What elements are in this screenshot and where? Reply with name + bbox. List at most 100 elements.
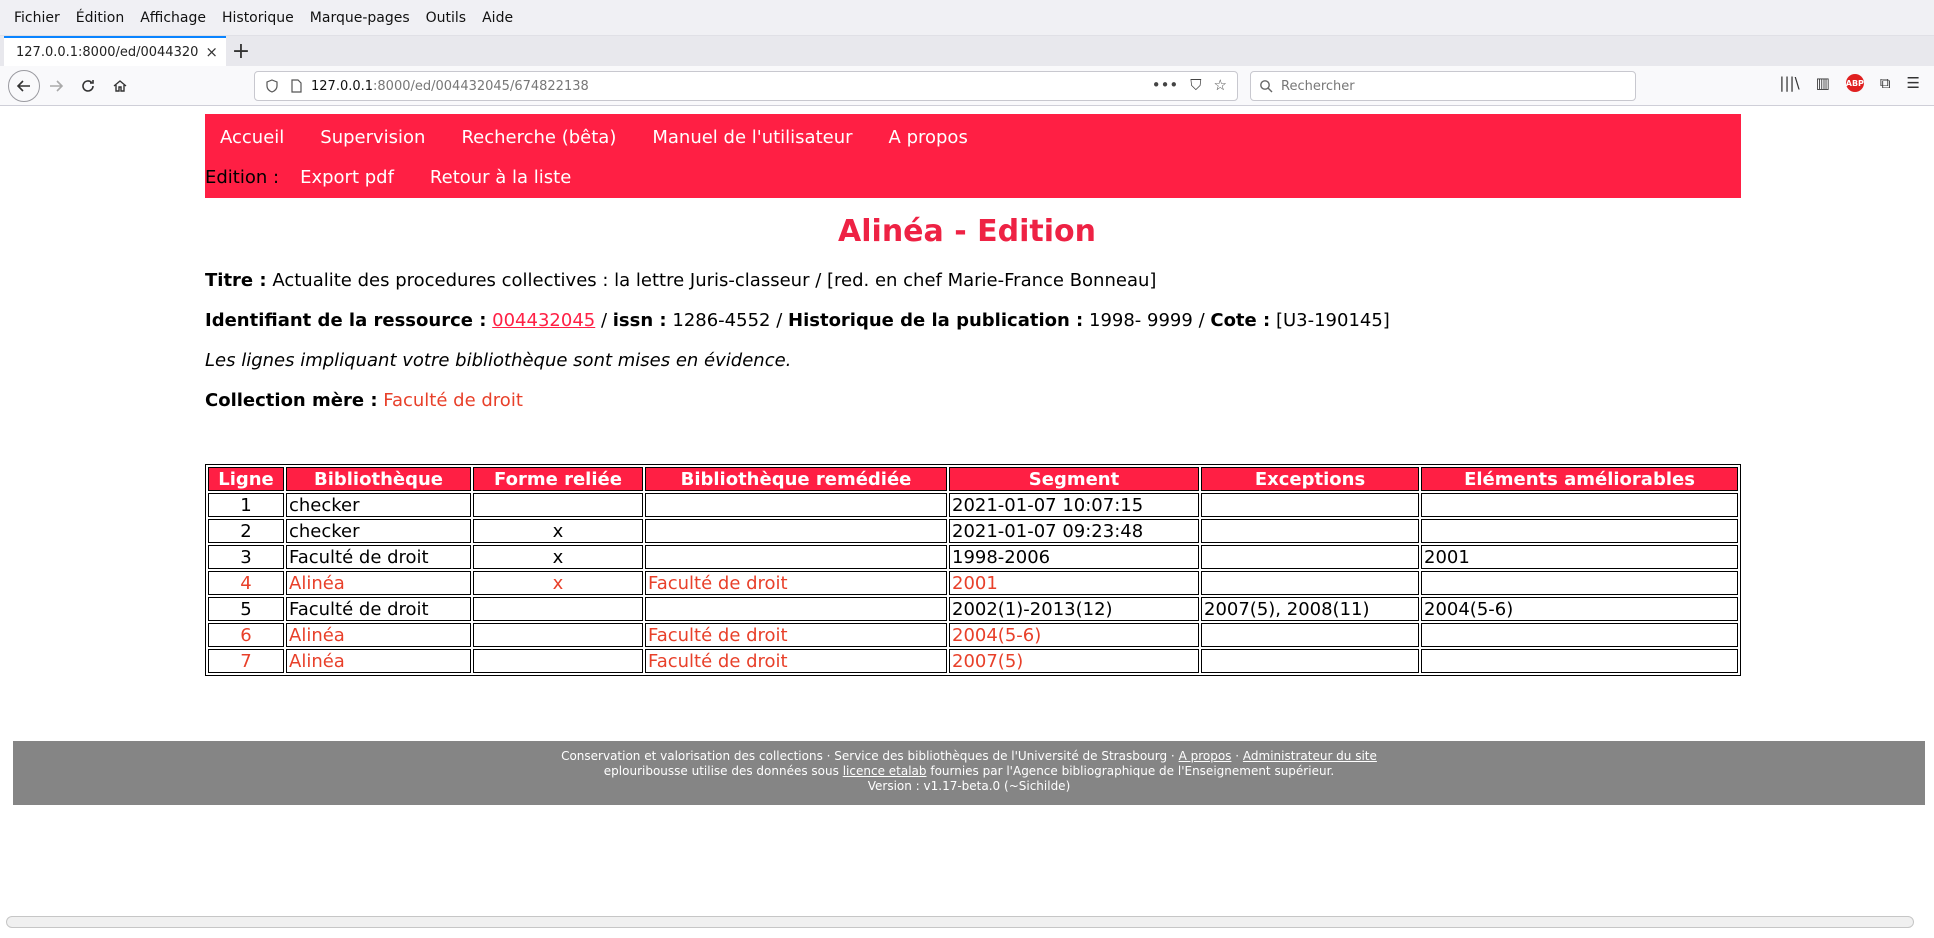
nav-recherche[interactable]: Recherche (bêta) (461, 127, 616, 148)
footer-licence-link[interactable]: licence etalab (843, 764, 927, 778)
cell-forme-reliee (473, 649, 643, 673)
table-row: 1 checker 2021-01-07 10:07:15 (208, 493, 1738, 517)
pocket-icon[interactable]: ⛉ (1190, 76, 1201, 94)
cell-exceptions (1201, 649, 1419, 673)
menu-marque-pages[interactable]: Marque-pages (310, 10, 410, 26)
edition-label: Edition : (205, 166, 280, 188)
cell-bibliotheque-remediee (645, 519, 947, 543)
cell-ligne: 1 (208, 493, 284, 517)
cell-bibliotheque-remediee: Faculté de droit (645, 649, 947, 673)
navigation-bar: 127.0.0.1:8000/ed/004432045/674822138 ••… (0, 66, 1934, 106)
hist-label: Historique de la publication : (788, 310, 1084, 331)
cell-elements-ameliorables (1421, 623, 1738, 647)
library-icon[interactable]: |||\ (1779, 74, 1799, 92)
cell-exceptions: 2007(5), 2008(11) (1201, 597, 1419, 621)
footer-line1: Conservation et valorisation des collect… (561, 749, 1175, 763)
footer-sep: · (1235, 749, 1240, 763)
issn-value: 1286-4552 (672, 310, 771, 331)
cell-bibliotheque-remediee: Faculté de droit (645, 623, 947, 647)
cell-bibliotheque: checker (286, 519, 471, 543)
back-button[interactable] (8, 69, 40, 102)
menu-edition[interactable]: Édition (76, 10, 124, 26)
export-pdf-link[interactable]: Export pdf (300, 167, 394, 188)
url-path: :8000/ed/004432045/674822138 (373, 78, 589, 94)
collection-line: Collection mère : Faculté de droit (205, 390, 523, 411)
browser-tab[interactable]: 127.0.0.1:8000/ed/004432045/67 × (4, 36, 226, 66)
cell-elements-ameliorables: 2001 (1421, 545, 1738, 569)
table-row: 4 Alinéa x Faculté de droit 2001 (208, 571, 1738, 595)
reload-icon (82, 79, 94, 92)
cell-segment: 2021-01-07 10:07:15 (949, 493, 1199, 517)
highlight-note: Les lignes impliquant votre bibliothèque… (205, 350, 792, 371)
menu-historique[interactable]: Historique (222, 10, 294, 26)
col-ligne: Ligne (208, 467, 284, 491)
cell-segment: 2002(1)-2013(12) (949, 597, 1199, 621)
back-to-list-link[interactable]: Retour à la liste (430, 167, 571, 188)
adblock-icon[interactable]: ABP (1846, 74, 1864, 92)
cell-ligne: 2 (208, 519, 284, 543)
home-button[interactable] (104, 70, 136, 102)
reload-button[interactable] (72, 70, 104, 102)
footer-admin-link[interactable]: Administrateur du site (1243, 749, 1377, 763)
col-segment: Segment (949, 467, 1199, 491)
col-forme-reliee: Forme reliée (473, 467, 643, 491)
identifiant-line: Identifiant de la ressource : 004432045 … (205, 310, 1390, 331)
nav-apropos[interactable]: A propos (889, 127, 968, 148)
cell-bibliotheque-remediee (645, 545, 947, 569)
table-row: 7 Alinéa Faculté de droit 2007(5) (208, 649, 1738, 673)
new-tab-button[interactable]: + (226, 36, 256, 66)
coll-value: Faculté de droit (383, 390, 523, 411)
menu-bar: Fichier Édition Affichage Historique Mar… (0, 0, 1934, 36)
tab-title: 127.0.0.1:8000/ed/004432045/67 (16, 44, 199, 60)
cell-elements-ameliorables (1421, 571, 1738, 595)
back-arrow-icon (16, 79, 30, 92)
page-icon[interactable] (289, 79, 303, 93)
more-actions-icon[interactable]: ••• (1152, 76, 1179, 94)
forward-button[interactable] (40, 70, 72, 102)
menu-outils[interactable]: Outils (426, 10, 466, 26)
col-bibliotheque-remediee: Bibliothèque remédiée (645, 467, 947, 491)
cell-forme-reliee (473, 493, 643, 517)
cell-bibliotheque: Faculté de droit (286, 545, 471, 569)
titre-label: Titre : (205, 270, 267, 291)
menu-aide[interactable]: Aide (482, 10, 513, 26)
home-icon (113, 79, 127, 92)
nav-manuel[interactable]: Manuel de l'utilisateur (652, 127, 852, 148)
cell-elements-ameliorables (1421, 493, 1738, 517)
site-nav: Accueil Supervision Recherche (bêta) Man… (205, 114, 1741, 198)
shield-icon[interactable] (265, 79, 279, 93)
tab-close-icon[interactable]: × (205, 43, 218, 61)
cell-exceptions (1201, 571, 1419, 595)
issn-label: issn : (612, 310, 667, 331)
cell-bibliotheque: checker (286, 493, 471, 517)
ident-link[interactable]: 004432045 (492, 310, 595, 331)
footer-apropos-link[interactable]: A propos (1179, 749, 1232, 763)
hamburger-menu-icon[interactable]: ☰ (1907, 74, 1920, 92)
tab-bar: 127.0.0.1:8000/ed/004432045/67 × + (0, 36, 1934, 66)
url-bar[interactable]: 127.0.0.1:8000/ed/004432045/674822138 ••… (254, 71, 1238, 101)
coll-label: Collection mère : (205, 390, 378, 411)
col-elements-ameliorables: Eléments améliorables (1421, 467, 1738, 491)
menu-affichage[interactable]: Affichage (140, 10, 206, 26)
menu-fichier[interactable]: Fichier (14, 10, 60, 26)
ident-label: Identifiant de la ressource : (205, 310, 487, 331)
bookmark-star-icon[interactable]: ☆ (1214, 76, 1227, 94)
footer-line2-post: fournies par l'Agence bibliographique de… (930, 764, 1335, 778)
cell-bibliotheque: Faculté de droit (286, 597, 471, 621)
cell-bibliotheque: Alinéa (286, 649, 471, 673)
footer-line2-pre: eplouribousse utilise des données sous (603, 764, 839, 778)
footer: Conservation et valorisation des collect… (13, 741, 1925, 805)
nav-supervision[interactable]: Supervision (320, 127, 425, 148)
nav-accueil[interactable]: Accueil (220, 127, 284, 148)
cell-exceptions (1201, 545, 1419, 569)
cell-segment: 2004(5-6) (949, 623, 1199, 647)
search-input[interactable]: Rechercher (1250, 71, 1636, 101)
table-row: 3 Faculté de droit x 1998-2006 2001 (208, 545, 1738, 569)
cell-bibliotheque: Alinéa (286, 623, 471, 647)
sidebar-icon[interactable]: ▥ (1816, 74, 1830, 92)
extensions-icon[interactable]: ⧉ (1880, 74, 1891, 92)
cell-forme-reliee (473, 597, 643, 621)
toolbar-right: |||\ ▥ ABP ⧉ ☰ (1779, 74, 1920, 92)
horizontal-scrollbar[interactable] (6, 916, 1914, 928)
cell-ligne: 7 (208, 649, 284, 673)
